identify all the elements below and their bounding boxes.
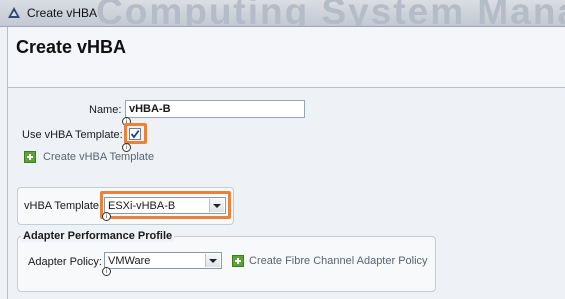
adapter-performance-legend: Adapter Performance Profile: [21, 230, 175, 242]
name-input[interactable]: vHBA-B: [125, 100, 305, 118]
app-triangle-icon: [8, 7, 20, 18]
create-vhba-template-link[interactable]: Create vHBA Template: [43, 151, 154, 163]
info-icon[interactable]: i: [102, 267, 111, 276]
use-template-checkbox[interactable]: [129, 128, 141, 140]
name-label: Name:: [89, 104, 122, 116]
adapter-policy-value: VMWare: [108, 255, 151, 267]
adapter-policy-select[interactable]: VMWare: [104, 252, 222, 269]
use-template-label: Use vHBA Template:: [22, 129, 123, 141]
create-fc-adapter-policy-link[interactable]: Create Fibre Channel Adapter Policy: [249, 255, 428, 267]
chevron-down-icon[interactable]: [205, 254, 220, 267]
info-icon[interactable]: i: [102, 212, 111, 221]
chevron-down-icon[interactable]: [209, 199, 224, 212]
plus-icon[interactable]: [24, 151, 36, 163]
vhba-template-label: vHBA Template:: [24, 200, 103, 212]
title-bar: Computing System Manager Create vHBA: [0, 0, 565, 27]
vhba-template-value: ESXi-vHBA-B: [108, 200, 176, 212]
vhba-template-select[interactable]: ESXi-vHBA-B: [104, 197, 226, 214]
dialog-header: Create vHBA: [7, 27, 565, 88]
adapter-policy-label: Adapter Policy:: [28, 256, 102, 268]
page-title: Create vHBA: [16, 37, 127, 57]
window-title: Create vHBA: [27, 6, 98, 20]
title-bar-watermark: Computing System Manager: [96, 0, 565, 27]
checkmark-icon: [130, 130, 140, 139]
plus-icon[interactable]: [232, 255, 244, 267]
